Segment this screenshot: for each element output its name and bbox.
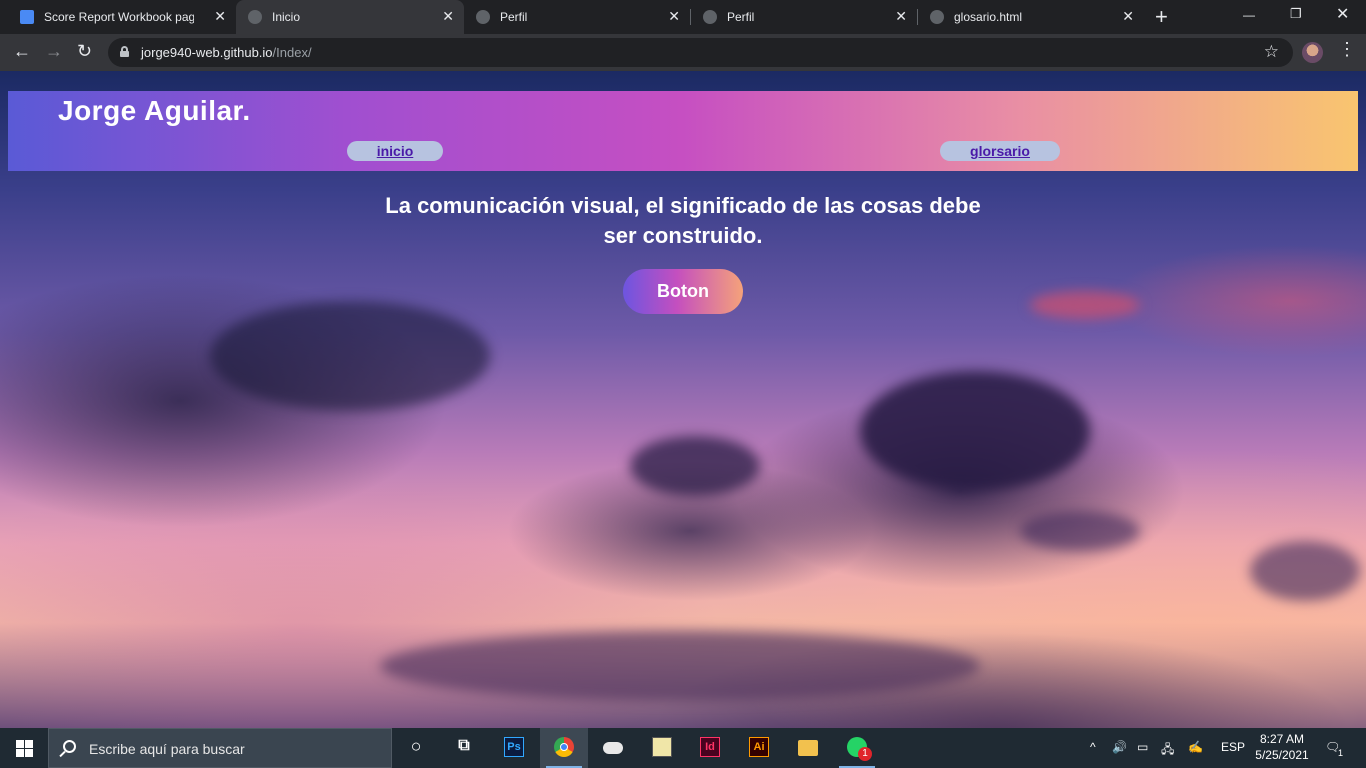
taskbar-search-input[interactable]: Escribe aquí para buscar bbox=[48, 728, 392, 768]
url-text: jorge940-web.github.io/Index/ bbox=[141, 45, 312, 60]
tab-glosario[interactable]: glosario.html ✕ bbox=[918, 0, 1144, 34]
task-view-icon: ⧉ bbox=[458, 737, 470, 754]
site-title: Jorge Aguilar. bbox=[58, 95, 251, 126]
background-cloud bbox=[380, 631, 980, 701]
page-viewport: Jorge Aguilar. inicio glorsario La comun… bbox=[0, 71, 1366, 728]
background-cloud bbox=[210, 301, 490, 411]
background-cloud bbox=[860, 371, 1090, 491]
boton-button[interactable]: Boton bbox=[623, 269, 743, 314]
clock-time: 8:27 AM bbox=[1259, 732, 1305, 746]
tab-inicio[interactable]: Inicio ✕ bbox=[236, 0, 464, 34]
background-cloud bbox=[1250, 541, 1360, 601]
document-icon bbox=[20, 10, 34, 24]
nav-link-glosario[interactable]: glorsario bbox=[940, 141, 1060, 161]
indesign-icon: Id bbox=[700, 737, 720, 757]
search-icon bbox=[63, 740, 76, 753]
battery-icon[interactable]: ▭ bbox=[1137, 740, 1148, 754]
maximize-button[interactable]: ❐ bbox=[1290, 6, 1302, 22]
tab-title: Perfil bbox=[500, 10, 528, 24]
bookmark-star-icon[interactable]: ☆ bbox=[1264, 42, 1279, 62]
tab-perfil-2[interactable]: Perfil ✕ bbox=[691, 0, 917, 34]
folder-icon bbox=[798, 740, 818, 756]
url-host: jorge940-web.github.io bbox=[141, 45, 273, 60]
taskbar-whatsapp[interactable] bbox=[833, 728, 881, 768]
globe-icon bbox=[248, 10, 262, 24]
tab-title: glosario.html bbox=[954, 10, 1023, 24]
illustrator-icon: Ai bbox=[749, 737, 769, 757]
taskbar-notes[interactable] bbox=[638, 728, 686, 768]
tab-title: Score Report Workbook page 1 bbox=[44, 10, 194, 24]
lock-icon[interactable] bbox=[120, 46, 129, 57]
nav-link-inicio[interactable]: inicio bbox=[347, 141, 443, 161]
browser-toolbar: ← → ↻ jorge940-web.github.io/Index/ ☆ ⋮ bbox=[0, 34, 1366, 71]
reload-button[interactable]: ↻ bbox=[77, 41, 92, 62]
close-icon[interactable]: ✕ bbox=[214, 8, 226, 25]
close-window-button[interactable]: ✕ bbox=[1336, 4, 1349, 24]
show-hidden-icons-chevron[interactable]: ^ bbox=[1090, 740, 1096, 754]
tab-perfil-1[interactable]: Perfil ✕ bbox=[464, 0, 690, 34]
taskbar-clock[interactable]: 8:27 AM 5/25/2021 bbox=[1252, 731, 1312, 763]
taskbar-photoshop[interactable]: Ps bbox=[490, 728, 538, 768]
globe-icon bbox=[703, 10, 717, 24]
cloud-app-icon bbox=[603, 742, 623, 754]
close-icon[interactable]: ✕ bbox=[442, 8, 454, 25]
chrome-icon bbox=[554, 737, 574, 757]
url-path: /Index/ bbox=[272, 45, 312, 60]
site-header: Jorge Aguilar. inicio glorsario bbox=[8, 91, 1358, 171]
tab-title: Perfil bbox=[727, 10, 755, 24]
close-icon[interactable]: ✕ bbox=[895, 8, 907, 25]
minimize-button[interactable]: — bbox=[1243, 8, 1255, 22]
network-icon[interactable]: 🖧 bbox=[1161, 740, 1174, 761]
back-button[interactable]: ← bbox=[13, 41, 31, 62]
notifications-count: 1 bbox=[1338, 748, 1344, 758]
taskbar-app[interactable] bbox=[589, 728, 637, 768]
tab-score-report[interactable]: Score Report Workbook page 1 ✕ bbox=[8, 0, 236, 34]
cortana-button[interactable]: ○ bbox=[392, 728, 440, 768]
new-tab-button[interactable]: + bbox=[1155, 4, 1168, 30]
browser-menu-icon[interactable]: ⋮ bbox=[1338, 39, 1356, 60]
cortana-icon: ○ bbox=[410, 736, 422, 756]
notes-icon bbox=[652, 737, 672, 757]
address-bar[interactable]: jorge940-web.github.io/Index/ ☆ bbox=[108, 38, 1293, 67]
globe-icon bbox=[930, 10, 944, 24]
taskbar-indesign[interactable]: Id bbox=[686, 728, 734, 768]
taskbar-file-explorer[interactable] bbox=[784, 728, 832, 768]
background-cloud bbox=[1030, 291, 1140, 319]
clock-date: 5/25/2021 bbox=[1255, 748, 1309, 762]
pen-icon[interactable]: ✍ bbox=[1188, 740, 1203, 754]
volume-icon[interactable]: 🔊 bbox=[1112, 740, 1127, 754]
profile-avatar[interactable] bbox=[1302, 42, 1323, 63]
tab-title: Inicio bbox=[272, 10, 301, 24]
language-indicator[interactable]: ESP bbox=[1221, 740, 1245, 754]
search-placeholder: Escribe aquí para buscar bbox=[89, 741, 245, 757]
windows-taskbar: Escribe aquí para buscar ○ ⧉ Ps Id Ai 1 … bbox=[0, 728, 1366, 768]
close-icon[interactable]: ✕ bbox=[1122, 8, 1134, 25]
photoshop-icon: Ps bbox=[504, 737, 524, 757]
windows-start-icon[interactable] bbox=[16, 740, 33, 757]
notification-badge: 1 bbox=[858, 747, 872, 761]
background-cloud bbox=[1020, 511, 1140, 551]
globe-icon bbox=[476, 10, 490, 24]
task-view-button[interactable]: ⧉ bbox=[440, 728, 488, 768]
browser-tab-strip: Score Report Workbook page 1 ✕ Inicio ✕ … bbox=[0, 0, 1366, 34]
background-cloud bbox=[630, 436, 760, 496]
taskbar-illustrator[interactable]: Ai bbox=[735, 728, 783, 768]
close-icon[interactable]: ✕ bbox=[668, 8, 680, 25]
page-tagline: La comunicación visual, el significado d… bbox=[385, 193, 981, 248]
forward-button[interactable]: → bbox=[45, 41, 63, 62]
taskbar-chrome[interactable] bbox=[540, 728, 588, 768]
